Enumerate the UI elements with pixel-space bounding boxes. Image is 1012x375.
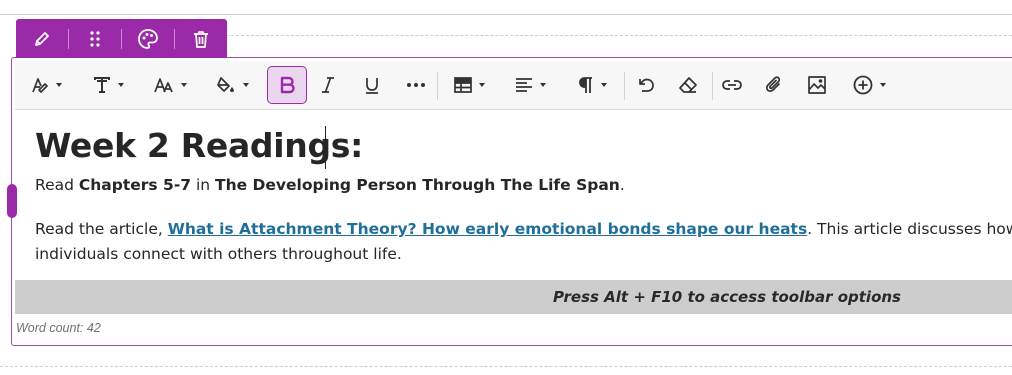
paragraph-text: . This article discusses how fou xyxy=(807,220,1012,238)
drag-button[interactable] xyxy=(69,19,121,58)
divider-top xyxy=(0,14,1012,15)
attachment-icon xyxy=(766,76,781,92)
paragraph-readings[interactable]: Read Chapters 5-7 in The Developing Pers… xyxy=(35,176,625,194)
chevron-down-icon xyxy=(880,83,886,87)
clear-format-icon xyxy=(679,77,697,93)
attachment-button[interactable] xyxy=(757,66,791,104)
highlight-color-button[interactable] xyxy=(211,66,253,104)
toolbar-separator xyxy=(712,72,713,100)
text-style-button[interactable] xyxy=(25,66,67,104)
insert-plus-icon xyxy=(853,75,873,95)
divider-dashed-bottom xyxy=(0,366,1012,367)
paragraph-button[interactable] xyxy=(572,66,612,104)
palette-icon xyxy=(138,28,158,49)
paragraph-text: Read the article, xyxy=(35,220,168,238)
text-cursor xyxy=(325,126,326,169)
toolbar-separator xyxy=(624,72,625,100)
chevron-down-icon xyxy=(479,83,485,87)
hint-text: Press Alt + F10 to access toolbar option… xyxy=(553,288,901,306)
more-button[interactable] xyxy=(399,66,433,104)
chevron-down-icon xyxy=(540,83,546,87)
paragraph-article[interactable]: Read the article, What is Attachment The… xyxy=(35,220,1012,238)
article-link[interactable]: What is Attachment Theory? How early emo… xyxy=(168,220,807,238)
undo-icon xyxy=(639,78,654,92)
toolbar-separator xyxy=(437,72,438,100)
undo-button[interactable] xyxy=(629,66,663,104)
clear-format-button[interactable] xyxy=(671,66,705,104)
chevron-down-icon xyxy=(181,83,187,87)
paragraph-article-line2[interactable]: individuals connect with others througho… xyxy=(35,245,402,263)
align-button[interactable] xyxy=(510,66,550,104)
link-icon xyxy=(722,80,742,90)
delete-button[interactable] xyxy=(175,19,227,58)
insert-button[interactable] xyxy=(849,66,889,104)
edit-button[interactable] xyxy=(16,19,68,58)
paragraph-text: Read xyxy=(35,176,79,194)
style-button[interactable] xyxy=(122,19,174,58)
font-size-button[interactable] xyxy=(149,66,191,104)
hint-bar: Press Alt + F10 to access toolbar option… xyxy=(15,280,1012,314)
chevron-down-icon xyxy=(601,83,607,87)
table-button[interactable] xyxy=(449,66,489,104)
font-family-icon xyxy=(94,77,110,93)
bold-text: The Developing Person Through The Life S… xyxy=(215,176,620,194)
underline-button[interactable] xyxy=(355,66,389,104)
chevron-down-icon xyxy=(243,83,249,87)
chevron-down-icon xyxy=(118,83,124,87)
word-count: Word count: 42 xyxy=(16,321,101,335)
bold-icon xyxy=(280,76,295,94)
document-heading[interactable]: Week 2 Readings: xyxy=(35,126,363,165)
font-family-button[interactable] xyxy=(87,66,129,104)
italic-icon xyxy=(322,77,334,93)
image-icon xyxy=(808,76,826,94)
link-button[interactable] xyxy=(715,66,749,104)
chevron-down-icon xyxy=(56,83,62,87)
font-size-icon xyxy=(154,78,173,93)
text-style-icon xyxy=(32,78,48,93)
underline-icon xyxy=(366,78,378,94)
divider-dashed-top xyxy=(226,35,1012,36)
italic-button[interactable] xyxy=(311,66,345,104)
image-button[interactable] xyxy=(800,66,834,104)
paragraph-icon xyxy=(579,77,592,93)
more-icon xyxy=(407,83,425,87)
pencil-icon xyxy=(35,31,49,46)
drag-handle-icon xyxy=(90,30,100,47)
resize-handle[interactable] xyxy=(7,184,17,218)
bold-button[interactable] xyxy=(267,66,307,104)
trash-icon xyxy=(194,30,208,48)
bold-text: Chapters 5-7 xyxy=(78,176,192,194)
block-toolbar xyxy=(16,19,227,58)
highlight-color-icon xyxy=(217,77,234,92)
table-icon xyxy=(454,77,472,93)
paragraph-text: in xyxy=(191,176,216,194)
format-toolbar xyxy=(15,61,1012,110)
paragraph-text: . xyxy=(619,176,625,194)
align-left-icon xyxy=(516,78,532,92)
